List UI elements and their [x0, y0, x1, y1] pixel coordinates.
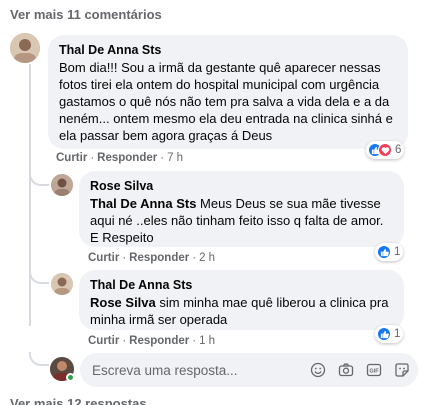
mention-link[interactable]: Thal De Anna Sts	[90, 196, 196, 211]
svg-text:GIF: GIF	[369, 369, 379, 375]
reaction-badge[interactable]: 1	[375, 243, 404, 261]
mention-link[interactable]: Rose Silva	[90, 295, 156, 310]
reaction-count: 6	[395, 144, 402, 156]
gif-icon[interactable]: GIF	[366, 362, 382, 378]
avatar[interactable]	[51, 273, 73, 295]
comment-bubble: Thal De Anna Sts Bom dia!!! Sou a irmã d…	[48, 35, 408, 149]
like-reaction-icon	[377, 245, 391, 259]
reaction-badge[interactable]: 6	[366, 141, 405, 159]
reply-actions: Curtir · Responder · 2 h	[88, 252, 215, 264]
reaction-count: 1	[394, 328, 401, 340]
input-icons: GIF	[310, 362, 410, 378]
online-status-indicator	[66, 373, 75, 382]
reply-input-box: GIF	[80, 353, 418, 387]
reply-author[interactable]: Rose Silva	[90, 178, 393, 194]
thread-curve	[29, 172, 49, 186]
reply-button[interactable]: Responder	[129, 335, 189, 347]
separator: ·	[160, 152, 165, 164]
separator: ·	[122, 252, 127, 264]
emoji-icon[interactable]	[310, 362, 326, 378]
thread-line	[29, 64, 31, 326]
love-reaction-icon	[378, 143, 392, 157]
comment-text: Bom dia!!! Sou a irmã da gestante quê ap…	[59, 60, 393, 143]
view-more-comments-link[interactable]: Ver mais 11 comentários	[10, 7, 162, 22]
avatar[interactable]	[10, 33, 40, 63]
sticker-icon[interactable]	[394, 362, 410, 378]
thread-curve	[29, 352, 49, 366]
reply-bubble: Thal De Anna Sts Rose Silva sim minha ma…	[79, 270, 404, 330]
separator: ·	[122, 335, 127, 347]
comment-actions: Curtir · Responder · 7 h	[56, 152, 183, 164]
timestamp[interactable]: 1 h	[199, 335, 215, 347]
reply-button[interactable]: Responder	[129, 252, 189, 264]
timestamp[interactable]: 2 h	[199, 252, 215, 264]
avatar[interactable]	[51, 174, 73, 196]
separator: ·	[192, 252, 197, 264]
separator: ·	[192, 335, 197, 347]
reply-button[interactable]: Responder	[97, 152, 157, 164]
view-more-replies-link[interactable]: Ver mais 12 respostas	[10, 396, 147, 405]
comment-author[interactable]: Thal De Anna Sts	[59, 42, 397, 58]
reaction-count: 1	[394, 246, 401, 258]
reply-input[interactable]	[92, 362, 310, 378]
timestamp[interactable]: 7 h	[167, 152, 183, 164]
separator: ·	[90, 152, 95, 164]
reply-author[interactable]: Thal De Anna Sts	[90, 277, 393, 293]
thread-curve	[29, 270, 49, 284]
reply-actions: Curtir · Responder · 1 h	[88, 335, 215, 347]
like-button[interactable]: Curtir	[56, 152, 87, 164]
camera-icon[interactable]	[338, 362, 354, 378]
reply-bubble: Rose Silva Thal De Anna Sts Meus Deus se…	[79, 171, 404, 247]
like-reaction-icon	[377, 327, 391, 341]
reply-text: Thal De Anna Sts Meus Deus se sua mãe ti…	[90, 195, 393, 246]
reaction-badge[interactable]: 1	[375, 325, 404, 343]
reply-text: Rose Silva sim minha mae quê liberou a c…	[90, 294, 393, 328]
like-button[interactable]: Curtir	[88, 335, 119, 347]
like-button[interactable]: Curtir	[88, 252, 119, 264]
